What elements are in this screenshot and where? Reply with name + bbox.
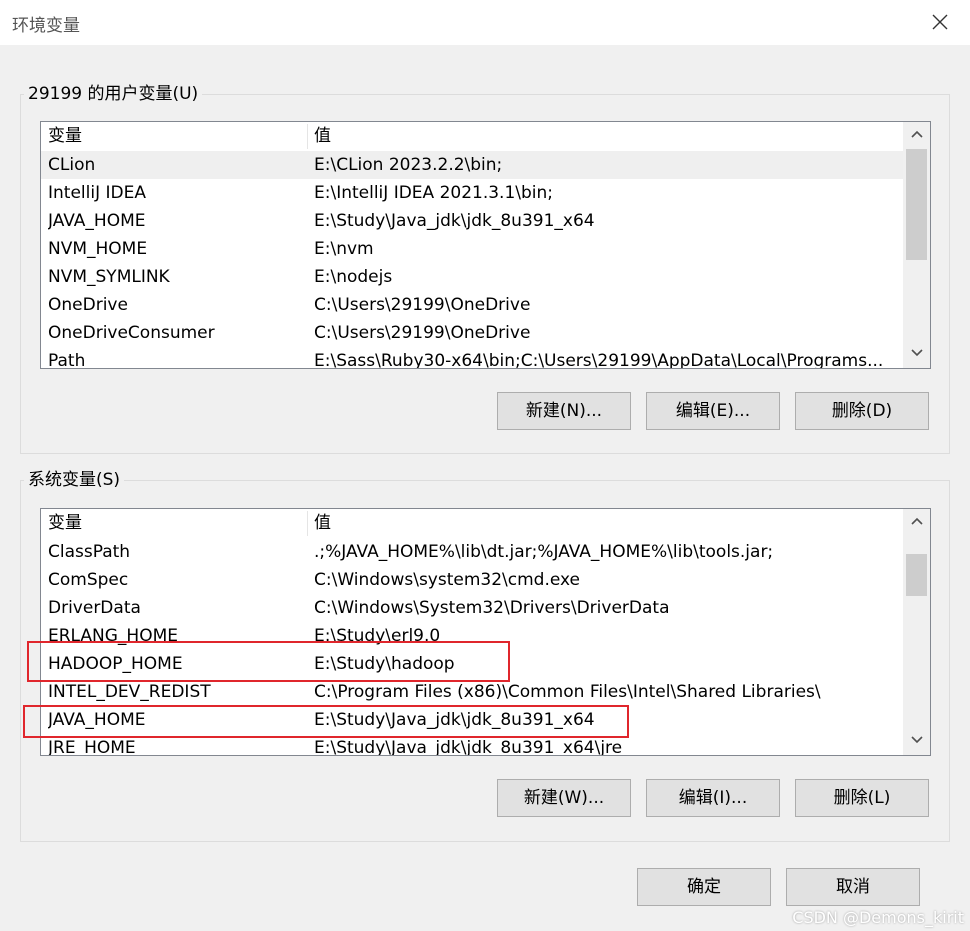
- table-row[interactable]: OneDrive C:\Users\29199\OneDrive: [41, 291, 903, 319]
- variable-name: DriverData: [48, 598, 141, 618]
- title-bar: 环境变量: [0, 0, 970, 45]
- system-list-scrollbar[interactable]: [903, 509, 930, 755]
- table-row[interactable]: ERLANG_HOME E:\Study\erl9.0: [41, 622, 903, 650]
- user-new-button[interactable]: 新建(N)...: [497, 392, 631, 430]
- watermark: CSDN @Demons_kirit: [792, 908, 964, 927]
- column-header-value[interactable]: 值: [307, 509, 903, 538]
- variable-name: INTEL_DEV_REDIST: [48, 682, 211, 702]
- close-icon[interactable]: [924, 6, 956, 38]
- user-variables-list[interactable]: 变量 值 CLion E:\CLion 2023.2.2\bin; IntelliJ…: [40, 121, 931, 369]
- variable-name: NVM_HOME: [48, 239, 148, 259]
- variable-name: ClassPath: [48, 542, 131, 562]
- variable-name: CLion: [48, 155, 96, 175]
- user-variables-label: 29199 的用户变量(U): [24, 84, 203, 104]
- user-edit-button[interactable]: 编辑(E)...: [646, 392, 780, 430]
- scroll-down-icon[interactable]: [903, 728, 930, 755]
- variable-name: IntelliJ IDEA: [48, 183, 146, 203]
- window-title: 环境变量: [12, 16, 80, 36]
- system-delete-button[interactable]: 删除(L): [795, 779, 929, 817]
- table-row[interactable]: CLion E:\CLion 2023.2.2\bin;: [41, 151, 903, 179]
- column-header-name[interactable]: 变量: [41, 509, 307, 538]
- scroll-up-icon[interactable]: [903, 122, 930, 149]
- variable-value: E:\Study\Java_jdk\jdk_8u391_x64\jre: [314, 738, 623, 756]
- variable-value: E:\CLion 2023.2.2\bin;: [314, 155, 503, 175]
- variable-value: .;%JAVA_HOME%\lib\dt.jar;%JAVA_HOME%\lib…: [314, 542, 774, 562]
- variable-value: E:\Study\Java_jdk\jdk_8u391_x64: [314, 710, 595, 730]
- system-new-button[interactable]: 新建(W)...: [497, 779, 631, 817]
- scroll-down-icon[interactable]: [903, 341, 930, 368]
- ok-button[interactable]: 确定: [637, 868, 771, 906]
- table-row[interactable]: IntelliJ IDEA E:\IntelliJ IDEA 2021.3.1\b…: [41, 179, 903, 207]
- variable-name: JRE_HOME: [48, 738, 136, 756]
- system-variables-list[interactable]: 变量 值 ClassPath .;%JAVA_HOME%\lib\dt.jar;%…: [40, 508, 931, 756]
- table-row[interactable]: INTEL_DEV_REDIST C:\Program Files (x86)\C…: [41, 678, 903, 706]
- table-row[interactable]: DriverData C:\Windows\System32\Drivers\Dr…: [41, 594, 903, 622]
- system-edit-button[interactable]: 编辑(I)...: [646, 779, 780, 817]
- variable-value: E:\nvm: [314, 239, 374, 259]
- user-delete-button[interactable]: 删除(D): [795, 392, 929, 430]
- table-row[interactable]: NVM_HOME E:\nvm: [41, 235, 903, 263]
- table-row[interactable]: OneDriveConsumer C:\Users\29199\OneDrive: [41, 319, 903, 347]
- table-row[interactable]: Path E:\Sass\Ruby30-x64\bin;C:\Users\2919…: [41, 347, 903, 369]
- system-list-rows: ClassPath .;%JAVA_HOME%\lib\dt.jar;%JAVA_…: [41, 538, 903, 756]
- table-row[interactable]: ComSpec C:\Windows\system32\cmd.exe: [41, 566, 903, 594]
- table-row[interactable]: JRE_HOME E:\Study\Java_jdk\jdk_8u391_x64\…: [41, 734, 903, 756]
- user-list-scrollbar[interactable]: [903, 122, 930, 368]
- cancel-button[interactable]: 取消: [786, 868, 920, 906]
- variable-value: C:\Windows\System32\Drivers\DriverData: [314, 598, 670, 618]
- variable-value: E:\nodejs: [314, 267, 393, 287]
- user-list-header: 变量 值: [41, 122, 930, 151]
- table-row[interactable]: JAVA_HOME E:\Study\Java_jdk\jdk_8u391_x64: [41, 207, 903, 235]
- variable-value: E:\Study\erl9.0: [314, 626, 441, 646]
- variable-name: ComSpec: [48, 570, 129, 590]
- variable-name: JAVA_HOME: [48, 211, 146, 231]
- scroll-thumb[interactable]: [906, 554, 927, 596]
- column-header-name[interactable]: 变量: [41, 122, 307, 151]
- variable-name: NVM_SYMLINK: [48, 267, 170, 287]
- variable-name: JAVA_HOME: [48, 710, 146, 730]
- variable-name: OneDrive: [48, 295, 128, 315]
- system-variables-label: 系统变量(S): [24, 470, 125, 490]
- variable-name: OneDriveConsumer: [48, 323, 215, 343]
- variable-name: Path: [48, 351, 86, 369]
- variable-name: ERLANG_HOME: [48, 626, 179, 646]
- variable-value: E:\Study\Java_jdk\jdk_8u391_x64: [314, 211, 595, 231]
- system-list-header: 变量 值: [41, 509, 930, 538]
- variable-value: E:\Study\hadoop: [314, 654, 455, 674]
- variable-value: C:\Users\29199\OneDrive: [314, 323, 531, 343]
- table-row[interactable]: ClassPath .;%JAVA_HOME%\lib\dt.jar;%JAVA_…: [41, 538, 903, 566]
- user-list-rows: CLion E:\CLion 2023.2.2\bin; IntelliJ IDEA…: [41, 151, 903, 369]
- table-row[interactable]: HADOOP_HOME E:\Study\hadoop: [41, 650, 903, 678]
- variable-value: E:\IntelliJ IDEA 2021.3.1\bin;: [314, 183, 554, 203]
- scroll-up-icon[interactable]: [903, 509, 930, 536]
- scroll-thumb[interactable]: [906, 149, 927, 260]
- variable-value: C:\Users\29199\OneDrive: [314, 295, 531, 315]
- variable-value: E:\Sass\Ruby30-x64\bin;C:\Users\29199\Ap…: [314, 351, 884, 369]
- column-header-value[interactable]: 值: [307, 122, 903, 151]
- variable-value: C:\Windows\system32\cmd.exe: [314, 570, 581, 590]
- variable-value: C:\Program Files (x86)\Common Files\Inte…: [314, 682, 821, 702]
- table-row[interactable]: JAVA_HOME E:\Study\Java_jdk\jdk_8u391_x64: [41, 706, 903, 734]
- table-row[interactable]: NVM_SYMLINK E:\nodejs: [41, 263, 903, 291]
- variable-name: HADOOP_HOME: [48, 654, 183, 674]
